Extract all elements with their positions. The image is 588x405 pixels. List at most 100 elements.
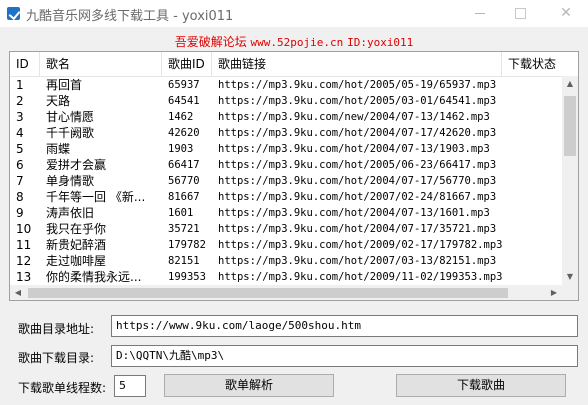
cell-song-id: 65937 (168, 79, 200, 91)
column-header-name[interactable]: 歌名 (40, 52, 162, 76)
cell-name: 再回首 (46, 78, 83, 92)
table-row[interactable]: 1 再回首 65937 https://mp3.9ku.com/hot/2005/05… (10, 77, 562, 93)
cell-song-id: 64541 (168, 95, 200, 107)
list-body: 1 再回首 65937 https://mp3.9ku.com/hot/2005/05… (10, 77, 562, 285)
scroll-up-icon[interactable]: ▲ (562, 76, 578, 92)
column-header-status[interactable]: 下载状态 (502, 52, 578, 76)
cell-name: 单身情歌 (46, 174, 95, 188)
table-row[interactable]: 7 单身情歌 56770 https://mp3.9ku.com/hot/2004/0… (10, 173, 562, 189)
download-dir-field[interactable]: D:\QQTN\九酷\mp3\ (111, 345, 578, 367)
scroll-corner (562, 285, 578, 300)
cell-id: 2 (16, 94, 24, 108)
cell-status (502, 157, 562, 173)
cell-status (502, 189, 562, 205)
table-row[interactable]: 5 雨蝶 1903 https://mp3.9ku.com/hot/2004/07-1… (10, 141, 562, 157)
threads-label: 下载歌单线程数: (18, 381, 107, 395)
cell-id: 12 (16, 254, 32, 268)
cell-song-id: 42620 (168, 127, 200, 139)
cell-status (502, 253, 562, 269)
close-icon: ✕ (560, 5, 572, 21)
cell-song-id: 1601 (168, 207, 194, 219)
cell-status (502, 109, 562, 125)
parse-playlist-button[interactable]: 歌单解析 (164, 374, 334, 397)
cell-name: 爱拼才会赢 (46, 158, 107, 172)
cell-link: https://mp3.9ku.com/hot/2004/07-17/42620… (218, 127, 497, 139)
table-row[interactable]: 3 甘心情愿 1462 https://mp3.9ku.com/new/2004/07… (10, 109, 562, 125)
cell-link: https://mp3.9ku.com/new/2004/07-13/1462.… (218, 111, 490, 123)
minimize-icon (475, 13, 485, 14)
column-header-id[interactable]: ID (10, 52, 40, 76)
cell-name: 天路 (46, 94, 71, 108)
table-row[interactable]: 12 走过咖啡屋 82151 https://mp3.9ku.com/hot/2007… (10, 253, 562, 269)
scroll-left-icon[interactable]: ◀ (10, 285, 26, 300)
table-row[interactable]: 6 爱拼才会赢 66417 https://mp3.9ku.com/hot/2005/… (10, 157, 562, 173)
cell-id: 7 (16, 174, 24, 188)
window-title: 九酷音乐网多线下载工具 - yoxi011 (26, 9, 234, 24)
close-button[interactable]: ✕ (544, 0, 588, 27)
cell-link: https://mp3.9ku.com/hot/2005/05-19/65937… (218, 79, 497, 91)
cell-song-id: 81667 (168, 191, 200, 203)
cell-name: 我只在乎你 (46, 222, 107, 236)
banner-url: www.52pojie.cn (250, 36, 344, 49)
cell-link: https://mp3.9ku.com/hot/2005/06-23/66417… (218, 159, 497, 171)
threads-field[interactable]: 5 (114, 375, 146, 397)
cell-link: https://mp3.9ku.com/hot/2005/03-01/64541… (218, 95, 497, 107)
table-row[interactable]: 4 千千阙歌 42620 https://mp3.9ku.com/hot/2004/0… (10, 125, 562, 141)
banner: 吾爱破解论坛 www.52pojie.cn ID:yoxi011 (0, 33, 588, 50)
scroll-thumb-horizontal[interactable] (28, 288, 508, 298)
column-header-song-id[interactable]: 歌曲ID (162, 52, 212, 76)
cell-name: 新贵妃醉酒 (46, 238, 107, 252)
minimize-button[interactable] (460, 0, 500, 27)
cell-status (502, 77, 562, 93)
cell-song-id: 35721 (168, 223, 200, 235)
cell-name: 甘心情愿 (46, 110, 95, 124)
cell-id: 11 (16, 238, 32, 252)
table-row[interactable]: 2 天路 64541 https://mp3.9ku.com/hot/2005/03-… (10, 93, 562, 109)
cell-status (502, 237, 562, 253)
cell-song-id: 66417 (168, 159, 200, 171)
maximize-icon (515, 8, 526, 19)
cell-link: https://mp3.9ku.com/hot/2004/07-17/56770… (218, 175, 497, 187)
vertical-scrollbar[interactable]: ▲ ▼ (562, 76, 578, 285)
horizontal-scrollbar[interactable]: ◀ ▶ (10, 285, 562, 300)
cell-id: 10 (16, 222, 32, 236)
table-row[interactable]: 10 我只在乎你 35721 https://mp3.9ku.com/hot/2004… (10, 221, 562, 237)
cell-link: https://mp3.9ku.com/hot/2009/11-02/19935… (218, 271, 502, 283)
cell-status (502, 93, 562, 109)
cell-name: 走过咖啡屋 (46, 254, 107, 268)
table-row[interactable]: 11 新贵妃醉酒 179782 https://mp3.9ku.com/hot/200… (10, 237, 562, 253)
table-row[interactable]: 9 涛声依旧 1601 https://mp3.9ku.com/hot/2004/07… (10, 205, 562, 221)
table-row[interactable]: 8 千年等一回 《新... 81667 https://mp3.9ku.com/hot… (10, 189, 562, 205)
cell-id: 5 (16, 142, 24, 156)
app-icon (7, 7, 20, 20)
cell-link: https://mp3.9ku.com/hot/2004/07-13/1601.… (218, 207, 490, 219)
cell-id: 8 (16, 190, 24, 204)
cell-id: 1 (16, 78, 24, 92)
cell-status (502, 125, 562, 141)
catalog-url-field[interactable]: https://www.9ku.com/laoge/500shou.htm (111, 315, 578, 337)
scroll-thumb[interactable] (564, 96, 576, 156)
download-songs-button[interactable]: 下载歌曲 (396, 374, 566, 397)
cell-song-id: 199353 (168, 271, 206, 283)
cell-status (502, 269, 562, 285)
table-row[interactable]: 13 你的柔情我永远... 199353 https://mp3.9ku.com/ho… (10, 269, 562, 285)
cell-status (502, 173, 562, 189)
cell-song-id: 1462 (168, 111, 194, 123)
scroll-right-icon[interactable]: ▶ (546, 285, 562, 300)
cell-status (502, 205, 562, 221)
catalog-url-label: 歌曲目录地址: (18, 322, 95, 336)
column-header-link[interactable]: 歌曲链接 (212, 52, 502, 76)
cell-link: https://mp3.9ku.com/hot/2009/02-17/17978… (218, 239, 502, 251)
cell-song-id: 82151 (168, 255, 200, 267)
cell-status (502, 141, 562, 157)
song-list[interactable]: ID 歌名 歌曲ID 歌曲链接 下载状态 1 再回首 65937 https://mp… (9, 51, 579, 301)
cell-name: 千千阙歌 (46, 126, 95, 140)
list-header: ID 歌名 歌曲ID 歌曲链接 下载状态 (10, 52, 578, 77)
cell-link: https://mp3.9ku.com/hot/2007/02-24/81667… (218, 191, 497, 203)
maximize-button[interactable] (500, 0, 540, 27)
cell-name: 雨蝶 (46, 142, 71, 156)
cell-id: 6 (16, 158, 24, 172)
scroll-down-icon[interactable]: ▼ (562, 269, 578, 285)
cell-name: 你的柔情我永远... (46, 270, 142, 284)
cell-song-id: 1903 (168, 143, 194, 155)
